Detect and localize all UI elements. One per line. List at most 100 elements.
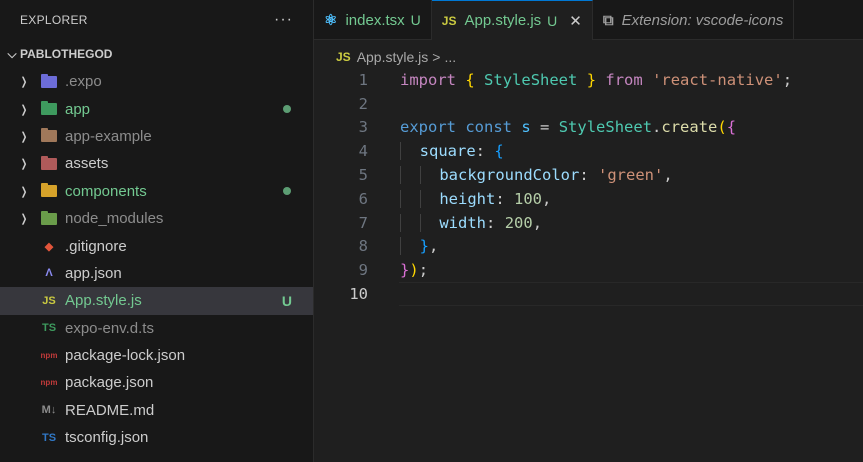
file-item[interactable]: ❯Λapp.json xyxy=(0,260,313,287)
file-name: components xyxy=(65,182,147,200)
js-icon: JS xyxy=(42,294,56,307)
indent-guide xyxy=(400,213,420,232)
code-line[interactable]: 10 xyxy=(314,282,863,306)
tab-label: App.style.js xyxy=(464,12,542,29)
code-line[interactable]: 7 width: 200, xyxy=(314,211,863,235)
tsconfig-icon: TS xyxy=(41,431,57,444)
close-icon[interactable]: ✕ xyxy=(569,12,582,30)
tab-index-tsx[interactable]: ⚛ index.tsx U xyxy=(314,0,432,40)
chevron-right-icon[interactable]: ❯ xyxy=(18,212,29,225)
line-number: 8 xyxy=(358,237,368,256)
code-line[interactable]: 9}); xyxy=(314,258,863,282)
indent-guide xyxy=(419,166,440,185)
breadcrumb-file[interactable]: App.style.js xyxy=(357,49,429,65)
app-folder-icon xyxy=(40,101,58,117)
file-name: README.md xyxy=(65,401,155,419)
untracked-badge: U xyxy=(281,292,292,309)
file-name: package.json xyxy=(65,374,154,392)
tab-extension-vscode-icons[interactable]: ⧉ Extension: vscode-icons xyxy=(593,0,795,40)
code-text[interactable]: backgroundColor: 'green', xyxy=(400,166,673,185)
chevron-right-icon[interactable]: ❯ xyxy=(18,157,29,170)
file-item[interactable]: ❯TSexpo-env.d.ts xyxy=(0,315,313,342)
file-name: assets xyxy=(65,155,109,173)
line-number: 5 xyxy=(358,166,368,185)
file-item[interactable]: ❯npmpackage.json xyxy=(0,369,313,396)
chevron-right-icon[interactable]: ❯ xyxy=(18,103,29,116)
line-number: 3 xyxy=(358,118,368,137)
explorer-header: EXPLORER ··· xyxy=(0,0,313,40)
line-number: 6 xyxy=(358,189,368,208)
workspace-root[interactable]: ⌵ PABLOTHEGOD xyxy=(0,40,313,68)
code-line[interactable]: 6 height: 100, xyxy=(314,187,863,211)
untracked-badge: U xyxy=(410,12,421,28)
tab-app-style-js[interactable]: JS App.style.js U ✕ xyxy=(431,0,593,40)
breadcrumb-more[interactable]: ... xyxy=(444,49,456,65)
code-line[interactable]: 1 import { StyleSheet } from 'react-nativ… xyxy=(314,68,863,92)
file-name: App.style.js xyxy=(65,292,142,310)
folder-item[interactable]: ❯ app-example xyxy=(0,123,313,150)
editor-tabs: ⚛ index.tsx U JS App.style.js U ✕ ⧉ Extension: v… xyxy=(314,0,863,40)
js-icon: JS xyxy=(441,13,457,28)
code-text[interactable]: }); xyxy=(400,261,428,279)
line-number: 2 xyxy=(358,94,368,113)
code-line[interactable]: 3 export const s = StyleSheet.create({ xyxy=(314,116,863,140)
chevron-right-icon[interactable]: ❯ xyxy=(18,185,29,198)
node-modules-folder-icon xyxy=(40,210,58,227)
react-icon: ⚛ xyxy=(324,12,338,29)
file-item[interactable]: ❯M↓README.md xyxy=(0,397,313,424)
file-item[interactable]: ❯TStsconfig.json xyxy=(0,424,313,451)
folder-icon xyxy=(40,128,58,144)
file-name: app.json xyxy=(65,264,122,282)
indent-guide xyxy=(400,166,420,185)
folder-item[interactable]: ❯ app xyxy=(0,95,313,122)
chevron-down-icon[interactable]: ⌵ xyxy=(4,47,20,62)
indent-guide xyxy=(419,213,440,232)
code-line[interactable]: 2 xyxy=(314,92,863,116)
explorer-panel: EXPLORER ··· ⌵ PABLOTHEGOD ❯ .expo ❯ app ❯ ap… xyxy=(0,0,314,462)
tab-label: index.tsx xyxy=(345,11,405,29)
file-name: .gitignore xyxy=(65,237,127,255)
file-name: expo-env.d.ts xyxy=(65,319,154,337)
folder-item[interactable]: ❯ .expo xyxy=(0,68,313,95)
git-icon: ◆ xyxy=(44,240,54,253)
file-name: tsconfig.json xyxy=(65,429,149,447)
line-number: 4 xyxy=(358,142,368,161)
modified-dot-icon xyxy=(283,187,291,196)
code-text[interactable]: height: 100, xyxy=(400,189,551,208)
file-item[interactable]: ❯◆.gitignore xyxy=(0,232,313,259)
typescript-def-icon: TS xyxy=(41,322,57,335)
code-line[interactable]: 4 square: { xyxy=(314,139,863,163)
folder-item[interactable]: ❯ components xyxy=(0,178,313,205)
code-line[interactable]: 8 }, xyxy=(314,235,863,259)
line-number: 9 xyxy=(358,261,368,280)
indent-guide xyxy=(400,142,420,161)
breadcrumb-separator: > xyxy=(432,49,441,65)
folder-item[interactable]: ❯ assets xyxy=(0,150,313,177)
js-icon: JS xyxy=(336,50,351,64)
chevron-right-icon[interactable]: ❯ xyxy=(18,75,29,88)
file-item[interactable]: ❯npmpackage-lock.json xyxy=(0,342,313,369)
file-name: .expo xyxy=(65,73,102,91)
file-name: node_modules xyxy=(65,210,164,228)
file-item[interactable]: ❯JSApp.style.jsU xyxy=(0,287,313,315)
code-line[interactable]: 5 backgroundColor: 'green', xyxy=(314,163,863,187)
code-text[interactable]: square: { xyxy=(400,142,504,161)
chevron-right-icon[interactable]: ❯ xyxy=(18,130,29,143)
indent-guide xyxy=(419,189,440,208)
extension-icon: ⧉ xyxy=(602,11,614,29)
more-actions-icon[interactable]: ··· xyxy=(274,11,293,29)
code-text[interactable]: import { StyleSheet } from 'react-native… xyxy=(400,71,792,89)
folder-item[interactable]: ❯ node_modules xyxy=(0,205,313,232)
indent-guide xyxy=(400,237,420,256)
markdown-icon: M↓ xyxy=(41,404,57,417)
code-text[interactable]: }, xyxy=(400,237,438,256)
expo-icon: Λ xyxy=(45,267,53,280)
file-name: app xyxy=(65,100,91,118)
assets-folder-icon xyxy=(40,155,58,172)
code-text[interactable]: width: 200, xyxy=(400,213,542,232)
code-editor[interactable]: 1 import { StyleSheet } from 'react-nativ… xyxy=(314,68,863,462)
file-name: app-example xyxy=(65,127,152,145)
file-name: package-lock.json xyxy=(65,347,186,365)
npm-icon: npm xyxy=(40,378,58,388)
code-text[interactable]: export const s = StyleSheet.create({ xyxy=(400,118,736,136)
